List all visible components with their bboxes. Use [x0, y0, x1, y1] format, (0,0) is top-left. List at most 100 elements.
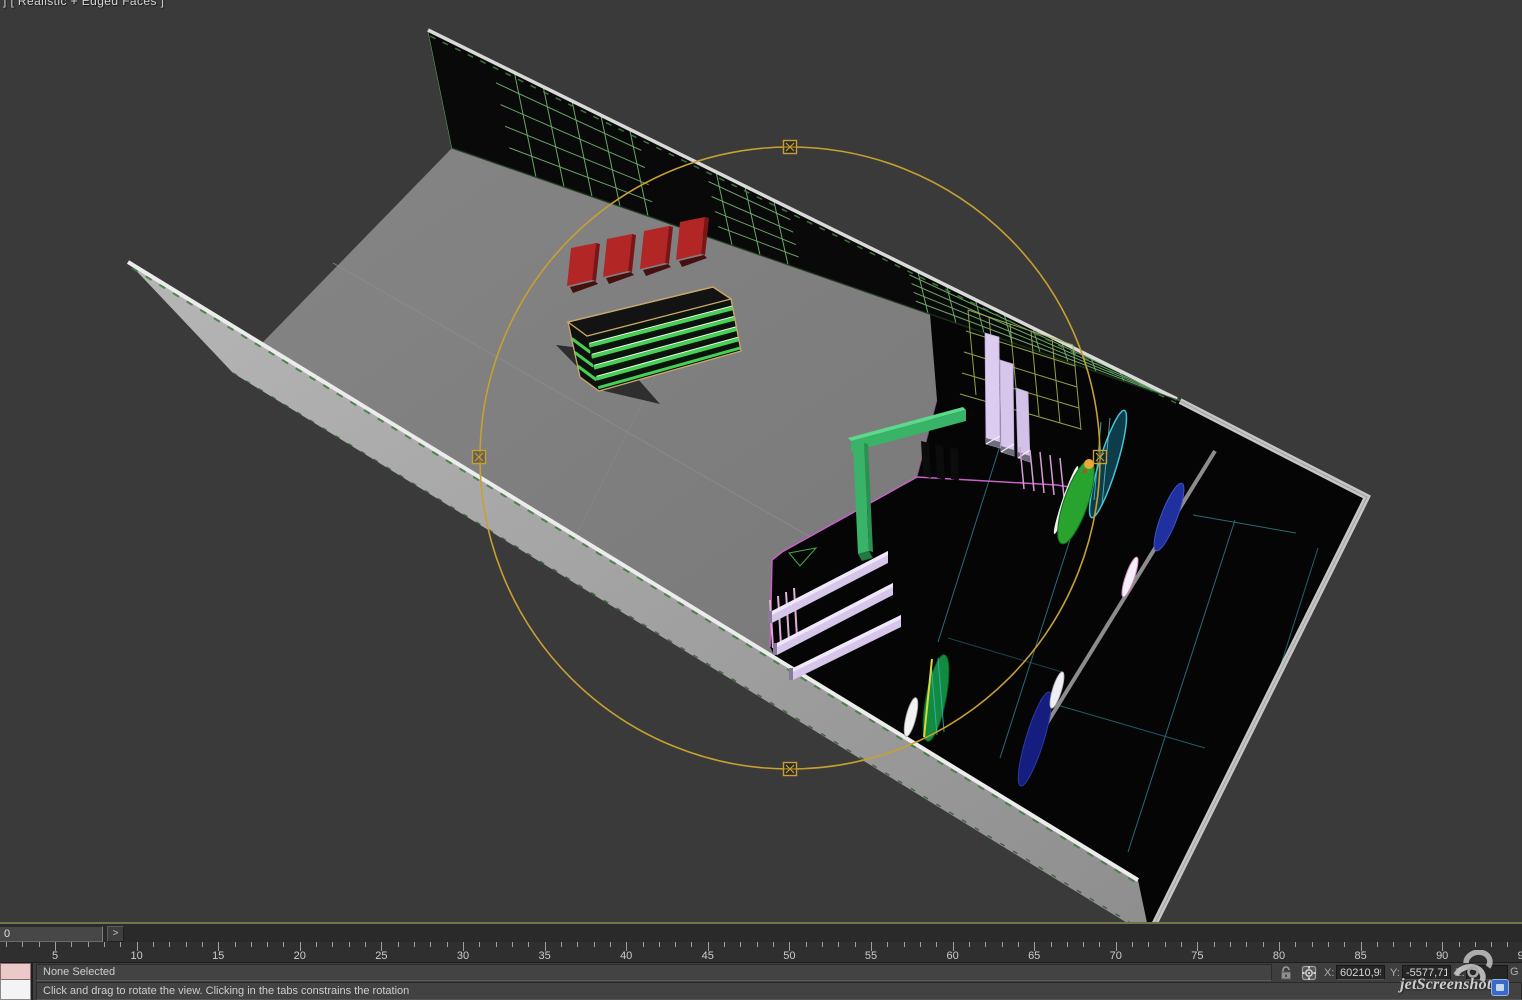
selection-status: None Selected [36, 964, 1272, 981]
ruler-tick [398, 942, 399, 947]
time-slider-handle[interactable]: 0 [0, 926, 103, 942]
ruler-tick [447, 942, 448, 947]
ruler-tick [479, 942, 480, 947]
ruler-tick [88, 942, 89, 947]
ruler-tick [39, 942, 40, 947]
ruler-tick-label: 60 [938, 950, 968, 962]
ruler-tick [267, 942, 268, 947]
ruler-tick [1459, 942, 1460, 947]
ruler-tick [887, 942, 888, 947]
ruler-tick [855, 942, 856, 947]
ruler-tick-label: 25 [366, 950, 396, 962]
pillar [1016, 388, 1030, 462]
ruler-tick [316, 942, 317, 947]
ruler-tick-label: 75 [1182, 950, 1212, 962]
grid-label-partial: G [1510, 965, 1522, 980]
current-frame: 0 [4, 928, 10, 940]
ruler-tick-label: 80 [1264, 950, 1294, 962]
gizmo-handle-bottom[interactable] [784, 763, 797, 776]
pillar [1000, 360, 1014, 456]
x-coord-label: X: [1324, 967, 1334, 979]
ruler-tick [691, 942, 692, 947]
ruler-tick [169, 942, 170, 947]
x-coord-field[interactable] [1336, 965, 1385, 980]
z-coord-label: Z: [1455, 967, 1465, 979]
gizmo-handle-left[interactable] [473, 451, 486, 464]
ruler-tick [235, 942, 236, 947]
ruler-tick [1099, 942, 1100, 947]
absolute-mode-icon[interactable] [1301, 965, 1317, 981]
ruler-tick-label: 55 [856, 950, 886, 962]
gizmo-handle-top[interactable] [784, 141, 797, 154]
ruler-tick [71, 942, 72, 947]
ruler-tick [22, 942, 23, 947]
ruler-tick [186, 942, 187, 947]
ruler-tick [528, 942, 529, 947]
ruler-tick [1132, 942, 1133, 947]
ruler-tick [822, 942, 823, 947]
ruler-tick [430, 942, 431, 947]
ruler-tick-label: 90 [1427, 950, 1457, 962]
pillar [985, 333, 1000, 448]
ruler-tick [1344, 942, 1345, 947]
z-coord-field[interactable] [1466, 965, 1508, 980]
ruler-tick [1246, 942, 1247, 947]
ruler-tick-label: 65 [1019, 950, 1049, 962]
ruler-tick-label: 5 [40, 950, 70, 962]
ruler-tick [1067, 942, 1068, 947]
ruler-tick [985, 942, 986, 947]
mini-listener-macro-row[interactable] [0, 963, 31, 980]
ruler-tick [414, 942, 415, 947]
ruler-tick [512, 942, 513, 947]
ruler-tick [1312, 942, 1313, 947]
ruler-tick [496, 942, 497, 947]
ruler-tick [332, 942, 333, 947]
ruler-tick [6, 942, 7, 947]
ruler-tick [610, 942, 611, 947]
ruler-tick [1328, 942, 1329, 947]
mini-listener-script-row[interactable] [0, 980, 31, 1000]
ruler-tick [1491, 942, 1492, 947]
ruler-tick [1393, 942, 1394, 947]
ruler-tick-label: 15 [203, 950, 233, 962]
orange-tip [1084, 459, 1094, 469]
ruler-tick [365, 942, 366, 947]
max-window: ] [ Realistic + Edged Faces ] [0, 0, 1522, 1000]
prompt-bar: Click and drag to rotate the view. Click… [36, 982, 1522, 1000]
ruler-tick [1018, 942, 1019, 947]
y-coord-field[interactable] [1402, 965, 1451, 980]
ruler-tick [1230, 942, 1231, 947]
ruler-tick [1410, 942, 1411, 947]
selection-lock-icon[interactable] [1279, 965, 1293, 981]
ruler-tick [1002, 942, 1003, 947]
ruler-tick [920, 942, 921, 947]
maxscript-mini-listener[interactable] [0, 963, 33, 1000]
ruler-tick [1377, 942, 1378, 947]
next-frame-button[interactable]: > [107, 926, 124, 942]
time-slider-track[interactable]: 0 > [0, 922, 1522, 942]
ruler-tick [1214, 942, 1215, 947]
ruler-tick [1051, 942, 1052, 947]
track-bar-ruler[interactable]: 5101520253035404550556065707580859095 [0, 942, 1522, 963]
ruler-tick [757, 942, 758, 947]
ruler-tick [202, 942, 203, 947]
ruler-tick [594, 942, 595, 947]
ruler-tick [838, 942, 839, 947]
ruler-tick [1165, 942, 1166, 947]
ruler-tick-label: 50 [774, 950, 804, 962]
ruler-tick [1507, 942, 1508, 947]
ruler-tick-label: 20 [285, 950, 315, 962]
gizmo-handle-right[interactable] [1094, 451, 1107, 464]
ruler-tick [153, 942, 154, 947]
ruler-tick [936, 942, 937, 947]
y-coord-label: Y: [1390, 967, 1400, 979]
viewport-shading-label[interactable]: ] [ Realistic + Edged Faces ] [3, 0, 164, 8]
ruler-tick [806, 942, 807, 947]
ruler-tick [104, 942, 105, 947]
scene-canvas[interactable] [0, 0, 1522, 922]
ruler-tick [643, 942, 644, 947]
ruler-tick [675, 942, 676, 947]
ruler-tick-label: 10 [122, 950, 152, 962]
ruler-tick [1181, 942, 1182, 947]
viewport-3d[interactable]: ] [ Realistic + Edged Faces ] [0, 0, 1522, 922]
